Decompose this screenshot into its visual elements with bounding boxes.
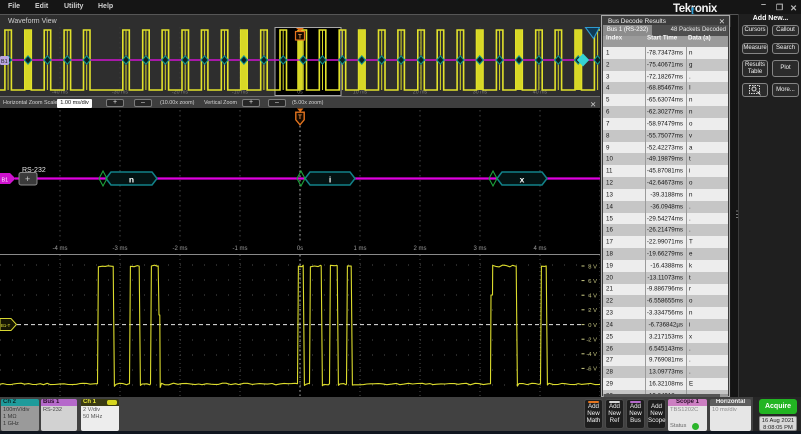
svg-text:6 V: 6 V <box>588 279 597 285</box>
svg-text:-6 V: -6 V <box>586 367 597 373</box>
svg-text:3 ms: 3 ms <box>473 246 486 252</box>
svg-text:8 V: 8 V <box>588 264 597 270</box>
svg-text:i: i <box>329 175 331 185</box>
svg-text:0s: 0s <box>297 246 303 252</box>
svg-text:4 V: 4 V <box>588 294 597 300</box>
svg-text:2 V: 2 V <box>588 308 597 314</box>
svg-text:-3 ms: -3 ms <box>113 246 128 252</box>
svg-text:B1: B1 <box>2 178 9 184</box>
svg-text:-1 ms: -1 ms <box>233 246 248 252</box>
svg-text:-2 ms: -2 ms <box>173 246 188 252</box>
svg-text:-4 ms: -4 ms <box>53 246 68 252</box>
svg-text:B1: B1 <box>1 59 8 65</box>
svg-text:2 ms: 2 ms <box>413 246 426 252</box>
svg-text:+: + <box>25 174 30 184</box>
svg-text:B1-T: B1-T <box>1 323 11 328</box>
svg-text:1 ms: 1 ms <box>353 246 366 252</box>
svg-text:T: T <box>298 115 302 121</box>
svg-text:-4 V: -4 V <box>586 352 597 358</box>
svg-text:T: T <box>298 35 302 41</box>
svg-text:4 ms: 4 ms <box>533 246 546 252</box>
svg-text:n: n <box>129 175 134 185</box>
svg-text:-2 V: -2 V <box>586 338 597 344</box>
svg-text:x: x <box>520 175 525 185</box>
svg-text:0 V: 0 V <box>588 323 597 329</box>
